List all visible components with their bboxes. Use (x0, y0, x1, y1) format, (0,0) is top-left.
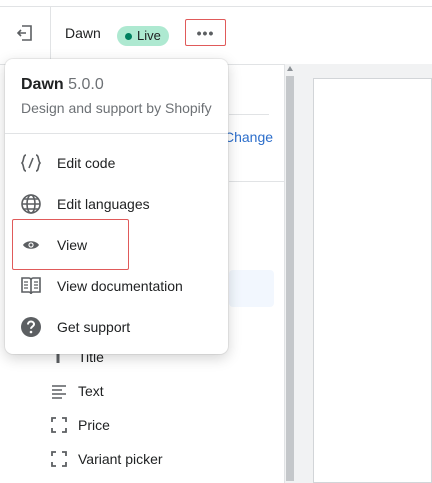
dashed-square-icon (50, 450, 68, 468)
block-item-label: Text (78, 383, 104, 399)
menu-item-label: Edit languages (57, 196, 150, 212)
sidebar-scrollbar[interactable] (284, 64, 295, 483)
exit-icon (16, 24, 34, 47)
theme-subtitle: Design and support by Shopify (21, 100, 212, 116)
editor-top-bar: Dawn Live ••• (0, 6, 432, 65)
more-actions-button[interactable]: ••• (185, 19, 226, 46)
menu-item-get-support[interactable]: Get support (5, 309, 228, 345)
live-dot-icon (125, 32, 132, 40)
more-actions-label: ••• (196, 24, 215, 41)
preview-page[interactable] (313, 78, 432, 483)
menu-item-label: View documentation (57, 278, 183, 294)
block-item-label: Variant picker (78, 451, 163, 467)
sidebar-divider (229, 114, 269, 115)
sidebar-divider (229, 181, 284, 182)
theme-name: Dawn (65, 25, 101, 41)
globe-icon (20, 193, 42, 215)
live-status-label: Live (137, 28, 161, 43)
menu-item-view[interactable]: View (5, 227, 228, 263)
selected-section-row[interactable] (229, 270, 274, 307)
scrollbar-thumb[interactable] (286, 76, 294, 481)
text-icon (50, 382, 68, 400)
popover-divider (5, 133, 228, 134)
eye-icon (20, 234, 42, 256)
theme-actions-popover: Dawn 5.0.0 Design and support by Shopify… (5, 59, 228, 354)
book-icon (20, 275, 42, 297)
theme-title: Dawn (21, 76, 64, 93)
menu-item-label: View (57, 237, 88, 253)
question-circle-icon (20, 316, 42, 338)
block-item-text[interactable]: Text (50, 381, 104, 401)
theme-version: 5.0.0 (68, 76, 104, 93)
menu-item-view-documentation[interactable]: View documentation (5, 268, 228, 304)
change-theme-link[interactable]: Change (224, 129, 273, 145)
menu-item-edit-languages[interactable]: Edit languages (5, 186, 228, 222)
scroll-up-icon[interactable] (287, 66, 293, 71)
menu-item-label: Edit code (57, 155, 116, 171)
exit-button[interactable] (0, 7, 51, 64)
menu-item-edit-code[interactable]: Edit code (5, 145, 228, 181)
live-status-badge: Live (117, 26, 169, 46)
popover-header: Dawn 5.0.0 Design and support by Shopify (21, 76, 212, 116)
block-item-variant-picker[interactable]: Variant picker (50, 449, 163, 469)
block-item-price[interactable]: Price (50, 415, 110, 435)
code-icon (20, 152, 42, 174)
block-item-label: Price (78, 417, 110, 433)
popover-title: Dawn 5.0.0 (21, 76, 212, 94)
dashed-square-icon (50, 416, 68, 434)
menu-item-label: Get support (57, 319, 131, 335)
